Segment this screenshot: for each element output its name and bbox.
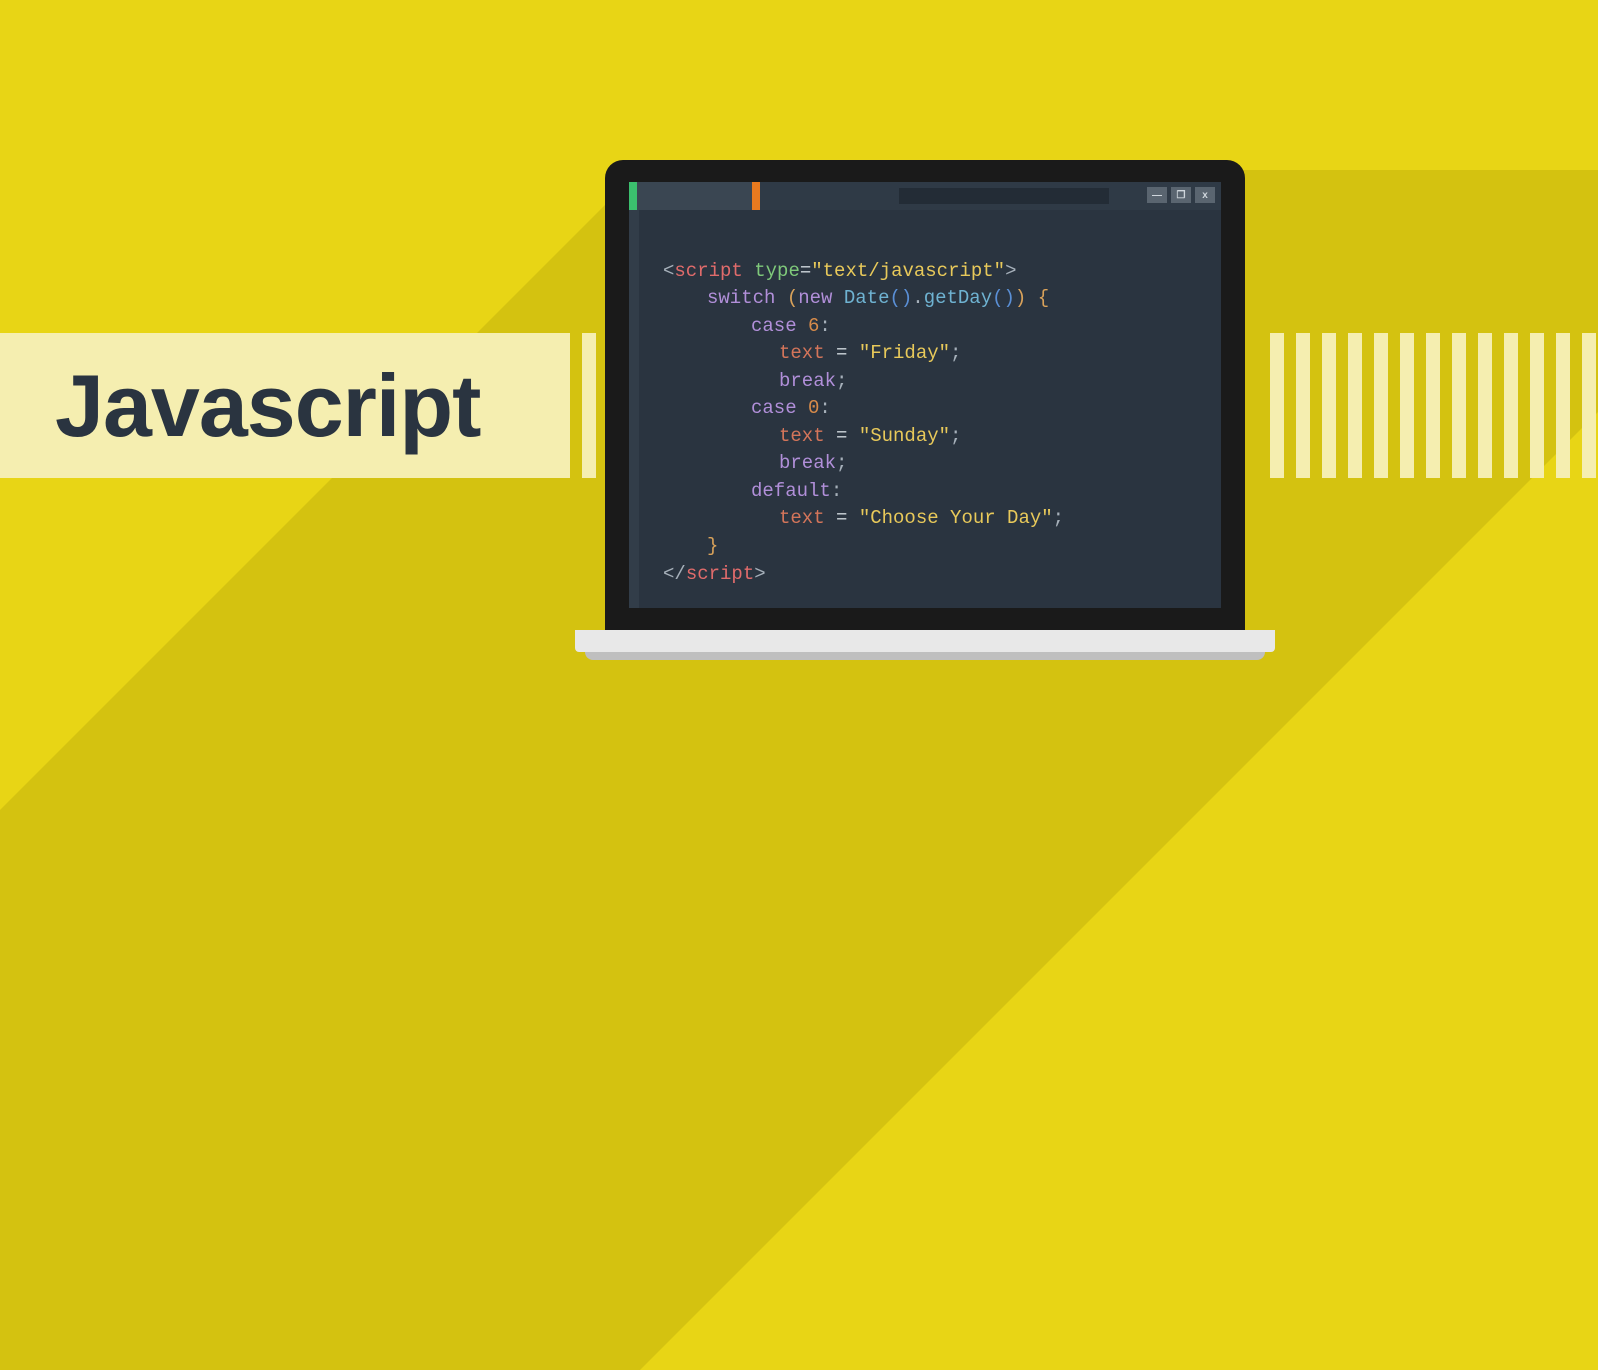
- editor-gutter: [629, 210, 639, 608]
- code-block: <script type="text/javascript"> switch (…: [663, 230, 1064, 608]
- page-title: Javascript: [55, 355, 480, 457]
- stripe: [1296, 333, 1310, 478]
- code-token: case: [751, 397, 797, 419]
- stripes-right: [1270, 333, 1598, 478]
- code-token: script: [686, 563, 754, 585]
- tab-active-indicator: [629, 182, 637, 210]
- code-token: new: [798, 287, 832, 309]
- code-token: text: [779, 425, 825, 447]
- title-banner: Javascript: [0, 333, 570, 478]
- minimize-button[interactable]: —: [1147, 187, 1167, 203]
- code-token: text: [779, 342, 825, 364]
- window-controls: — ❐ x: [1147, 187, 1215, 203]
- maximize-button[interactable]: ❐: [1171, 187, 1191, 203]
- code-token: Date: [844, 287, 890, 309]
- stripe: [1426, 333, 1440, 478]
- code-token: script: [674, 260, 742, 282]
- code-token: 0: [808, 397, 819, 419]
- code-token: type: [754, 260, 800, 282]
- code-token: break: [779, 370, 836, 392]
- stripe: [1400, 333, 1414, 478]
- code-token: case: [751, 315, 797, 337]
- tab-modified-indicator: [752, 182, 760, 210]
- stripe: [1348, 333, 1362, 478]
- code-token: =: [836, 342, 847, 364]
- close-button[interactable]: x: [1195, 187, 1215, 203]
- stripe: [1452, 333, 1466, 478]
- editor-tab[interactable]: [637, 182, 752, 210]
- editor-topbar: — ❐ x: [629, 182, 1221, 210]
- code-token: 6: [808, 315, 819, 337]
- stripe: [1530, 333, 1544, 478]
- editor-screen: — ❐ x <script type="text/javascript"> sw…: [629, 182, 1221, 608]
- code-token: getDay: [924, 287, 992, 309]
- code-token: break: [779, 452, 836, 474]
- stripe: [1478, 333, 1492, 478]
- stripe: [1582, 333, 1596, 478]
- stripe: [1504, 333, 1518, 478]
- code-token: "Sunday": [859, 425, 950, 447]
- code-token: "Friday": [859, 342, 950, 364]
- code-token: =: [836, 507, 847, 529]
- code-token: text: [779, 507, 825, 529]
- code-token: default: [751, 480, 831, 502]
- code-token: "text/javascript": [811, 260, 1005, 282]
- toolbar-path: [899, 188, 1109, 204]
- stripe: [1322, 333, 1336, 478]
- code-token: switch: [707, 287, 775, 309]
- laptop-bezel: — ❐ x <script type="text/javascript"> sw…: [605, 160, 1245, 630]
- laptop: — ❐ x <script type="text/javascript"> sw…: [575, 160, 1275, 652]
- code-token: "Choose Your Day": [859, 507, 1053, 529]
- stripe: [1374, 333, 1388, 478]
- laptop-base: [575, 630, 1275, 652]
- code-token: =: [836, 425, 847, 447]
- stripe: [1556, 333, 1570, 478]
